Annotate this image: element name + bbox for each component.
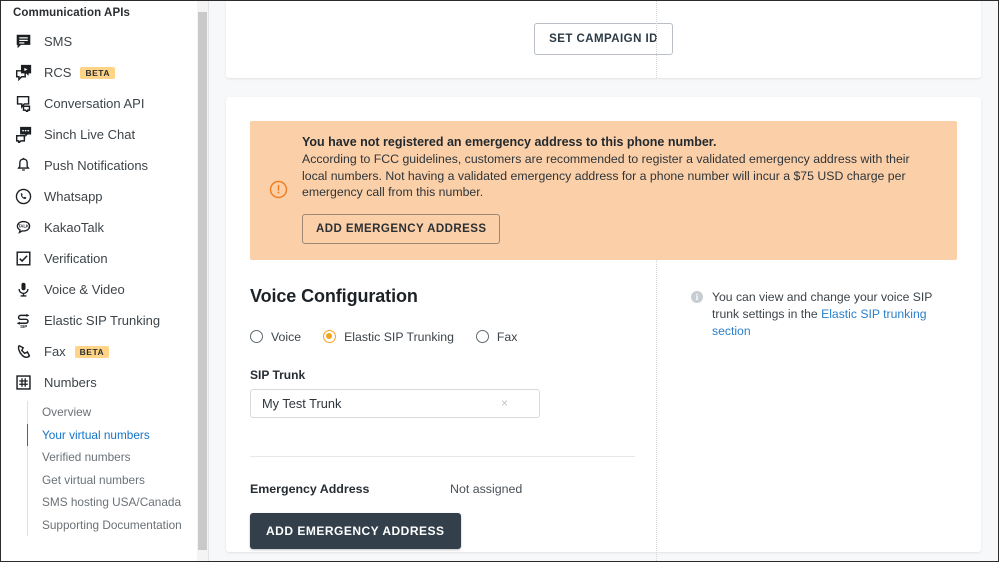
sidebar-item-fax[interactable]: Fax BETA (1, 336, 208, 367)
radio-label: Elastic SIP Trunking (344, 329, 454, 344)
page-title: Voice Configuration (250, 285, 418, 306)
sidebar-item-whatsapp[interactable]: Whatsapp (1, 181, 208, 212)
checkbox-icon (12, 248, 34, 270)
sidebar-item-label: Conversation API (44, 96, 145, 111)
sidebar-subitem-overview[interactable]: Overview (28, 401, 208, 424)
campaign-card-divider (656, 1, 657, 78)
conversation-icon (12, 93, 34, 115)
sidebar-subitem-sms-hosting[interactable]: SMS hosting USA/Canada (28, 491, 208, 514)
radio-label: Fax (496, 329, 518, 344)
sip-trunking-icon: SIP (12, 310, 34, 332)
sidebar-item-conversation-api[interactable]: Conversation API (1, 88, 208, 119)
voice-configuration-section: Voice Configuration Voice Elastic SIP Tr… (250, 225, 957, 561)
sidebar-item-label: SMS (44, 34, 73, 49)
sidebar-item-kakaotalk[interactable]: TALK KakaoTalk (1, 212, 208, 243)
warning-circle-icon (264, 180, 292, 199)
sidebar-item-rcs[interactable]: RCS BETA (1, 57, 208, 88)
live-chat-icon (12, 124, 34, 146)
sidebar-item-label: Sinch Live Chat (44, 127, 136, 142)
fax-icon (12, 341, 34, 363)
sidebar-item-label: Elastic SIP Trunking (44, 313, 161, 328)
emergency-address-label: Emergency Address (250, 481, 370, 496)
sidebar-header: Communication APIs (13, 7, 131, 19)
sidebar-item-label: Voice & Video (44, 282, 125, 297)
rcs-icon (12, 62, 34, 84)
sidebar-item-push-notifications[interactable]: Push Notifications (1, 150, 208, 181)
info-panel-text: You can view and change your voice SIP t… (712, 289, 952, 340)
beta-badge: BETA (74, 345, 110, 358)
radio-indicator[interactable] (250, 330, 263, 343)
svg-text:SIP: SIP (20, 324, 27, 329)
sip-trunk-selected-value: My Test Trunk (262, 395, 342, 411)
sidebar-scrollbar[interactable] (197, 1, 208, 561)
radio-option-elastic-sip-trunking[interactable]: Elastic SIP Trunking (323, 330, 454, 344)
emergency-address-row: Emergency Address Not assigned (250, 482, 656, 496)
radio-indicator-selected[interactable] (323, 330, 337, 343)
radio-label: Voice (271, 329, 302, 344)
sidebar-scrollbar-thumb[interactable] (198, 12, 207, 550)
svg-text:TALK: TALK (17, 224, 29, 229)
sidebar-item-label: Fax (44, 344, 66, 359)
sidebar-item-label: Verification (44, 251, 108, 266)
clear-icon[interactable]: × (495, 397, 514, 409)
kakaotalk-icon: TALK (12, 217, 34, 239)
alert-body-text: According to FCC guidelines, customers a… (302, 152, 910, 199)
sidebar-subitem-supporting-documentation[interactable]: Supporting Documentation (28, 514, 208, 537)
voice-configuration-card: You have not registered an emergency add… (226, 97, 981, 561)
application-window: Communication APIs SMS RCS BETA Conversa… (0, 0, 999, 562)
alert-title: You have not registered an emergency add… (302, 135, 717, 149)
configuration-divider (656, 225, 657, 561)
sidebar-item-label: KakaoTalk (44, 220, 104, 235)
emergency-address-value: Not assigned (450, 481, 523, 496)
sidebar-item-label: Push Notifications (44, 158, 149, 173)
voice-type-radio-group: Voice Elastic SIP Trunking Fax (250, 330, 656, 344)
sidebar-item-label: RCS (44, 65, 72, 80)
numbers-submenu: Overview Your virtual numbers Verified n… (26, 401, 208, 537)
sip-trunk-info-panel: i You can view and change your voice SIP… (691, 289, 952, 340)
sip-trunk-select[interactable]: My Test Trunk × (250, 388, 540, 418)
sidebar-navigation: Communication APIs SMS RCS BETA Conversa… (1, 1, 209, 561)
beta-badge: BETA (80, 66, 115, 79)
sidebar-item-sinch-live-chat[interactable]: Sinch Live Chat (1, 119, 208, 150)
add-emergency-address-button[interactable]: ADD EMERGENCY ADDRESS (250, 512, 461, 549)
alert-add-emergency-address-button[interactable]: ADD EMERGENCY ADDRESS (302, 213, 501, 244)
set-campaign-id-button[interactable]: SET CAMPAIGN ID (534, 23, 673, 55)
sidebar-item-label: Whatsapp (44, 189, 103, 204)
microphone-icon (12, 279, 34, 301)
sidebar-item-label: Numbers (44, 375, 97, 390)
sidebar-subitem-your-virtual-numbers[interactable]: Your virtual numbers (26, 423, 208, 447)
sidebar-item-elastic-sip-trunking[interactable]: SIP Elastic SIP Trunking (1, 305, 208, 336)
sip-trunk-label: SIP Trunk (250, 367, 306, 382)
sidebar-item-sms[interactable]: SMS (1, 26, 208, 57)
radio-indicator[interactable] (475, 330, 489, 343)
radio-option-fax[interactable]: Fax (475, 329, 518, 344)
emergency-address-alert: You have not registered an emergency add… (250, 121, 957, 260)
numbers-hash-icon (12, 372, 34, 394)
bell-icon (12, 155, 34, 177)
sidebar-subitem-verified-numbers[interactable]: Verified numbers (28, 446, 208, 469)
sidebar-item-numbers[interactable]: Numbers (1, 367, 208, 398)
info-circle-icon: i (691, 290, 703, 303)
radio-option-voice[interactable]: Voice (250, 330, 301, 344)
section-divider (250, 455, 635, 457)
sidebar-item-voice-and-video[interactable]: Voice & Video (1, 274, 208, 305)
sidebar-subitem-get-virtual-numbers[interactable]: Get virtual numbers (28, 469, 208, 492)
campaign-card: SET CAMPAIGN ID (226, 1, 981, 78)
sms-icon (12, 31, 34, 53)
sidebar-item-verification[interactable]: Verification (1, 243, 208, 274)
main-content: SET CAMPAIGN ID You have not registered … (209, 1, 998, 561)
whatsapp-icon (12, 186, 34, 208)
